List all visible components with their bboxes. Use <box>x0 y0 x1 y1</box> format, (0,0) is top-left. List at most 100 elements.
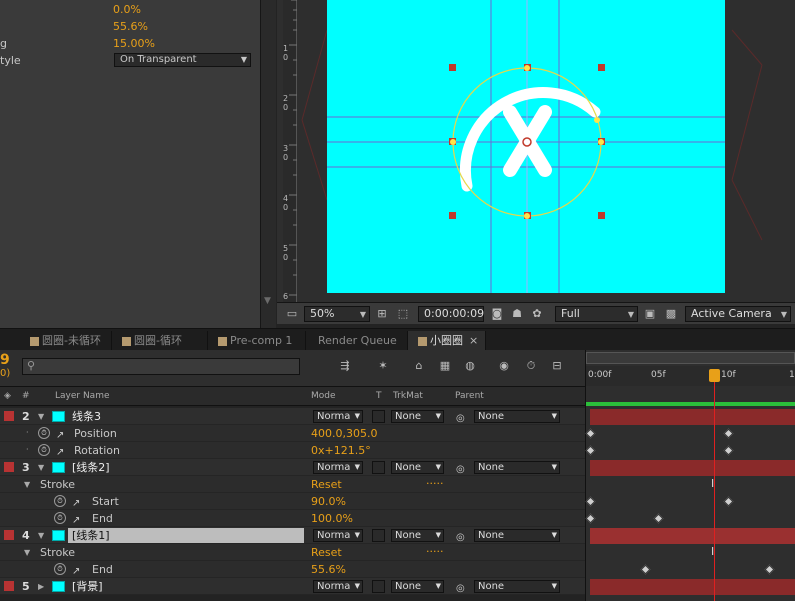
brainstorm-icon[interactable]: ◉ <box>497 359 511 373</box>
expand-icon[interactable]: ▶ <box>38 578 44 595</box>
property-row[interactable]: ⏱ ↗ End 100.0% <box>0 510 585 527</box>
stopwatch-icon[interactable]: ⏱ <box>38 444 50 456</box>
reset-link[interactable]: Reset <box>311 476 342 493</box>
tab-comp[interactable]: Pre-comp 1 <box>208 331 306 351</box>
layer-duration-bar[interactable] <box>590 528 795 544</box>
effect-value[interactable]: 15.00% <box>113 35 155 52</box>
property-row[interactable]: · ⏱ ↗ Position 400.0,305.0 <box>0 425 585 442</box>
mode-select[interactable]: Norma ▼ <box>313 410 363 423</box>
grid-icon[interactable]: ⊞ <box>375 307 389 321</box>
layer-duration-bar[interactable] <box>590 409 795 425</box>
expand-icon[interactable]: ▼ <box>24 544 30 561</box>
layer-row[interactable]: 3 ▼ [线条2] Norma ▼ None ▼ ◎ None ▼ <box>0 459 585 476</box>
layer-name[interactable]: [线条2] <box>72 459 110 476</box>
resolution-select[interactable]: Full ▼ <box>555 306 638 322</box>
preserve-transparency-checkbox[interactable] <box>372 461 385 474</box>
show-snapshot-icon[interactable]: ☗ <box>510 307 524 321</box>
layer-name[interactable]: 线条3 <box>72 408 101 425</box>
camera-view-select[interactable]: Active Camera ▼ <box>685 306 791 322</box>
time-navigator[interactable] <box>586 352 795 364</box>
color-channels-icon[interactable]: ✿ <box>530 307 544 321</box>
expand-icon[interactable]: ▼ <box>38 408 44 425</box>
mode-select[interactable]: Norma ▼ <box>313 461 363 474</box>
transparency-grid-icon[interactable]: ⬚ <box>396 307 410 321</box>
parent-select[interactable]: None ▼ <box>474 461 560 474</box>
mode-select[interactable]: Norma ▼ <box>313 529 363 542</box>
layer-duration-bar[interactable] <box>590 579 795 595</box>
stopwatch-icon[interactable]: ⏱ <box>54 563 66 575</box>
snapshot-icon[interactable]: ◙ <box>490 307 504 321</box>
tab-active-comp[interactable]: 小圈圈 × <box>408 331 486 351</box>
label-color[interactable] <box>4 530 14 540</box>
frame-blending-icon[interactable]: ▦ <box>438 359 452 373</box>
preserve-transparency-checkbox[interactable] <box>372 529 385 542</box>
graph-editor-icon[interactable]: ⊟ <box>550 359 564 373</box>
checkerboard-icon[interactable]: ▩ <box>664 307 678 321</box>
label-color[interactable] <box>4 581 14 591</box>
layer-row[interactable]: 5 ▶ [背景] Norma ▼ None ▼ ◎ None ▼ <box>0 578 585 595</box>
layer-name[interactable]: [背景] <box>72 578 103 595</box>
property-row[interactable]: · ⏱ ↗ Rotation 0x+121.5° <box>0 442 585 459</box>
hide-shy-layers-icon[interactable]: ⌂ <box>412 359 426 373</box>
layer-row[interactable]: 2 ▼ 线条3 Norma ▼ None ▼ ◎ None ▼ <box>0 408 585 425</box>
tab-comp[interactable]: 圆圈-循环 <box>112 331 208 351</box>
layer-name[interactable]: [线条1] <box>72 527 110 544</box>
pickwhip-icon[interactable]: ◎ <box>456 580 465 597</box>
property-group-row[interactable]: ▼ Stroke Reset ..... <box>0 542 585 561</box>
parent-select[interactable]: None ▼ <box>474 410 560 423</box>
draft-3d-icon[interactable]: ✶ <box>376 359 390 373</box>
effect-value[interactable]: 0.0% <box>113 1 141 18</box>
zoom-select[interactable]: 50% ▼ <box>304 306 370 322</box>
mode-select[interactable]: Norma ▼ <box>313 580 363 593</box>
motion-blur-icon[interactable]: ◍ <box>463 359 477 373</box>
expand-icon[interactable]: ▼ <box>24 476 30 493</box>
layer-search-input[interactable]: ⚲ <box>22 358 300 375</box>
trkmat-select[interactable]: None ▼ <box>391 580 444 593</box>
label-color[interactable] <box>4 462 14 472</box>
expand-icon[interactable]: ▼ <box>38 527 44 544</box>
expand-icon[interactable]: ▼ <box>38 459 44 476</box>
region-icon[interactable]: ▭ <box>285 307 299 321</box>
time-ruler[interactable] <box>586 366 795 386</box>
property-value[interactable]: 0x+121.5° <box>311 442 371 459</box>
close-icon[interactable]: × <box>469 334 478 347</box>
property-row[interactable]: ⏱ ↗ Start 90.0% <box>0 493 585 510</box>
comp-canvas[interactable] <box>327 0 725 293</box>
property-value[interactable]: 400.0,305.0 <box>311 425 377 442</box>
property-value[interactable]: 100.0% <box>311 510 353 527</box>
scroll-down-icon[interactable]: ▼ <box>264 296 271 306</box>
stopwatch-icon[interactable]: ⏱ <box>54 495 66 507</box>
auto-keyframe-icon[interactable]: ⏱ <box>524 359 538 373</box>
property-group-row[interactable]: ▼ Stroke Reset ..... <box>0 474 585 493</box>
stopwatch-icon[interactable]: ⏱ <box>38 427 50 439</box>
timeline-timecode[interactable]: 9 <box>0 352 10 368</box>
ruler-label: 6 <box>283 292 289 301</box>
timeline-timecode-sub: 0) <box>0 368 11 379</box>
layer-row-selected[interactable]: 4 ▼ [线条1] Norma ▼ None ▼ ◎ None ▼ <box>0 527 585 544</box>
parent-select[interactable]: None ▼ <box>474 529 560 542</box>
layer-duration-bar[interactable] <box>590 460 795 476</box>
parent-select[interactable]: None ▼ <box>474 580 560 593</box>
work-area-bar[interactable] <box>586 402 795 406</box>
current-time-field[interactable]: 0:00:00:09 <box>418 306 484 322</box>
layer-name-header[interactable]: Layer Name <box>55 391 110 401</box>
comp-mini-flowchart-icon[interactable]: ⇶ <box>338 359 352 373</box>
property-row[interactable]: ⏱ ↗ End 55.6% <box>0 561 585 578</box>
property-value[interactable]: 90.0% <box>311 493 346 510</box>
preserve-transparency-checkbox[interactable] <box>372 410 385 423</box>
property-value[interactable]: 55.6% <box>311 561 346 578</box>
preserve-transparency-checkbox[interactable] <box>372 580 385 593</box>
trkmat-select[interactable]: None ▼ <box>391 410 444 423</box>
effect-value[interactable]: 55.6% <box>113 18 148 35</box>
reset-link[interactable]: Reset <box>311 544 342 561</box>
tab-comp[interactable]: 圆圈-未循环 <box>20 331 112 351</box>
label-column-icon[interactable]: ◈ <box>4 391 11 401</box>
playhead-handle[interactable] <box>709 369 720 382</box>
label-color[interactable] <box>4 411 14 421</box>
region-of-interest-icon[interactable]: ▣ <box>643 307 657 321</box>
style-select[interactable]: On Transparent ▼ <box>114 53 251 67</box>
stopwatch-icon[interactable]: ⏱ <box>54 512 66 524</box>
scrollbar[interactable]: ▼ <box>260 0 276 328</box>
tab-render-queue[interactable]: Render Queue <box>306 331 408 351</box>
time-tick: 1 <box>789 370 795 380</box>
